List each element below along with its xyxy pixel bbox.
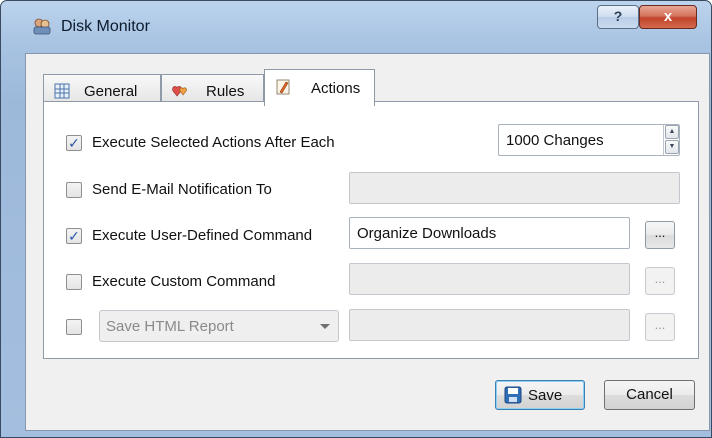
close-button[interactable]: x	[639, 5, 697, 29]
spin-up-icon[interactable]: ▲	[665, 125, 679, 139]
email-field[interactable]	[349, 172, 680, 204]
email-label: Send E-Mail Notification To	[92, 181, 272, 198]
tab-general-label: General	[84, 83, 138, 100]
tab-rules-label: Rules	[206, 83, 245, 100]
user-command-field[interactable]: Organize Downloads	[349, 217, 630, 249]
pencil-icon	[276, 79, 290, 95]
spin-down-icon[interactable]: ▼	[665, 140, 679, 154]
tab-actions-label: Actions	[311, 80, 361, 97]
execute-after-checkbox[interactable]: ✓	[66, 135, 82, 151]
cancel-button[interactable]: Cancel	[604, 380, 695, 410]
floppy-disk-icon	[504, 386, 522, 404]
report-browse-button[interactable]: ...	[645, 313, 675, 341]
custom-command-checkbox[interactable]	[66, 274, 82, 290]
window-title: Disk Monitor	[61, 18, 150, 35]
user-command-browse-button[interactable]: ...	[645, 221, 675, 249]
custom-command-field[interactable]	[349, 263, 630, 295]
spin-buttons: ▲ ▼	[663, 125, 679, 155]
changes-spinbox[interactable]: 1000 Changes ▲ ▼	[498, 124, 680, 156]
report-checkbox[interactable]	[66, 319, 82, 335]
changes-value: 1000 Changes	[506, 132, 604, 149]
help-button[interactable]: ?	[597, 5, 639, 29]
dialog-window: Disk Monitor ? x General Rules Actions ✓…	[0, 0, 712, 438]
save-label: Save	[528, 387, 563, 404]
execute-after-label: Execute Selected Actions After Each	[92, 134, 335, 151]
report-path-field[interactable]	[349, 309, 630, 341]
title-bar[interactable]: Disk Monitor ? x	[1, 1, 711, 43]
dialog-client-area: General Rules Actions ✓ Execute Selected…	[25, 53, 710, 431]
user-command-checkbox[interactable]: ✓	[66, 228, 82, 244]
grid-icon	[54, 83, 70, 99]
chevron-down-icon	[320, 324, 330, 329]
email-checkbox[interactable]	[66, 182, 82, 198]
report-type-value: Save HTML Report	[106, 318, 234, 335]
hearts-icon	[172, 86, 187, 97]
close-icon: x	[663, 8, 673, 25]
app-icon	[33, 18, 51, 35]
tab-actions[interactable]: Actions	[264, 69, 375, 106]
save-button[interactable]: Save	[495, 380, 585, 410]
report-type-dropdown[interactable]: Save HTML Report	[99, 310, 339, 342]
actions-panel: ✓ Execute Selected Actions After Each 10…	[43, 101, 699, 359]
custom-command-label: Execute Custom Command	[92, 273, 276, 290]
custom-command-browse-button[interactable]: ...	[645, 267, 675, 295]
user-command-label: Execute User-Defined Command	[92, 227, 313, 244]
